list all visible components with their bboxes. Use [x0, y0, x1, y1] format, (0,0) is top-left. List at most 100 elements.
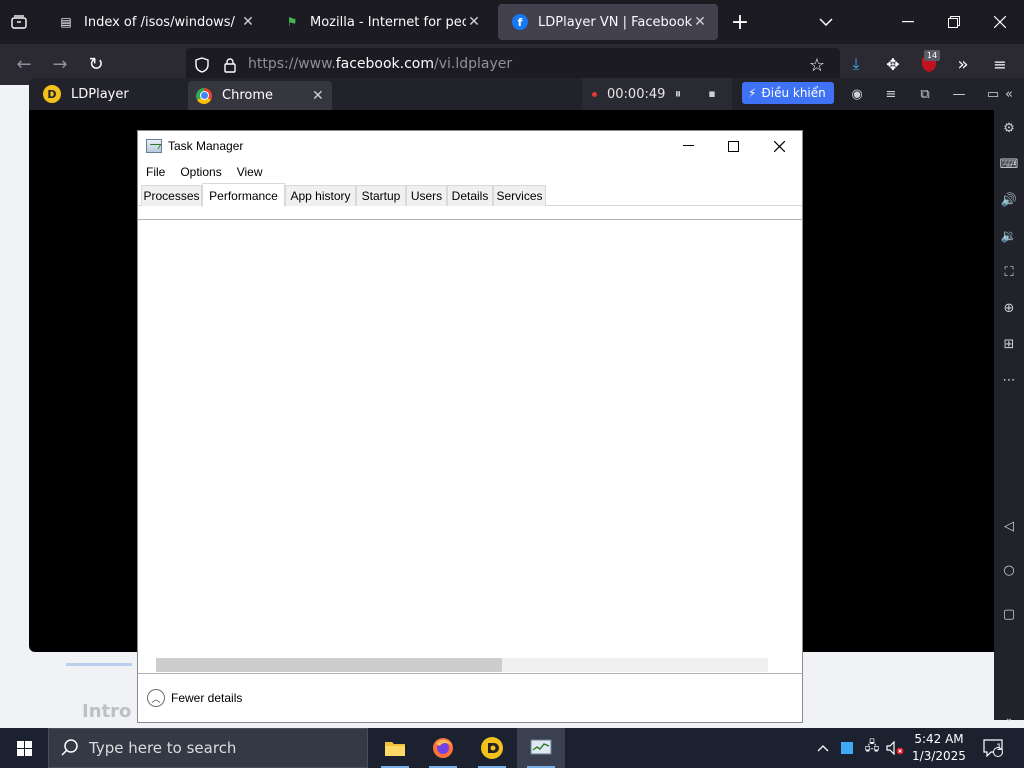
tab-underline — [66, 663, 132, 666]
android-recents-icon[interactable]: ▢ — [999, 604, 1019, 624]
ldplayer-taskbar-button[interactable] — [468, 728, 516, 768]
url-bar[interactable]: https://www.facebook.com/vi.ldplayer ☆ — [186, 48, 840, 81]
ldplayer-tab-label: Chrome — [222, 88, 273, 103]
ldplayer-sidebar: ⚙ ⌨ 🔊 🔉 ⛶ ⊕ ⊞ ⋯ ◁ ○ ▢ « ⌄ — [994, 87, 1024, 724]
ldplayer-tab-chrome[interactable]: Chrome ✕ — [188, 81, 332, 110]
android-back-icon[interactable]: ◁ — [999, 516, 1019, 536]
url-path: /vi.ldplayer — [434, 56, 513, 72]
intro-heading: Intro — [82, 701, 132, 722]
bookmark-star-icon[interactable]: ☆ — [806, 54, 828, 76]
minimize-icon[interactable]: — — [949, 84, 969, 104]
ldplayer-titlebar: D LDPlayer Chrome ✕ 00:00:49 ⏸ ⏹ ⚡ Điều … — [29, 78, 1024, 110]
close-tab-icon[interactable]: ✕ — [692, 14, 708, 30]
browser-tab-isos[interactable]: ▤ Index of /isos/windows/ ✕ — [44, 0, 266, 44]
menu-options[interactable]: Options — [172, 162, 228, 182]
volume-down-icon[interactable]: 🔉 — [999, 226, 1019, 246]
network-icon[interactable]: 🖧 — [862, 738, 882, 758]
reload-icon[interactable]: ↻ — [84, 52, 108, 76]
extensions-puzzle-icon[interactable]: ✥ — [882, 52, 904, 76]
browser-tab-mozilla[interactable]: ⚑ Mozilla - Internet for people, no ✕ — [270, 0, 492, 44]
popout-icon[interactable]: ⧉ — [915, 84, 935, 104]
menu-view[interactable]: View — [229, 162, 270, 182]
maximize-icon[interactable] — [710, 131, 756, 161]
fewer-details-link[interactable]: Fewer details — [171, 691, 242, 705]
new-tab-icon[interactable]: + — [728, 10, 752, 35]
tab-details[interactable]: Details — [447, 185, 493, 206]
account-icon[interactable]: ◉ — [847, 84, 867, 104]
document-icon: ▤ — [60, 15, 72, 29]
collapse-sidebar-icon[interactable]: « — [999, 84, 1019, 104]
close-tab-icon[interactable]: ✕ — [466, 14, 482, 30]
firefox-icon — [433, 738, 453, 758]
apk-install-icon[interactable]: ⊕ — [999, 298, 1019, 318]
screenshot-icon[interactable]: ⛶ — [999, 262, 1019, 282]
downloads-icon[interactable]: ⤓ — [845, 52, 867, 76]
pause-icon[interactable]: ⏸ — [668, 84, 688, 104]
menu-file[interactable]: File — [138, 162, 172, 182]
task-manager-taskbar-button[interactable] — [517, 728, 565, 768]
close-icon[interactable] — [756, 131, 802, 161]
hamburger-menu-icon[interactable]: ≡ — [988, 52, 1012, 76]
more-icon[interactable]: ⋯ — [999, 370, 1019, 390]
browser-tab-facebook[interactable]: f LDPlayer VN | Facebook ✕ — [498, 4, 718, 40]
forward-arrow-icon[interactable]: → — [48, 52, 72, 76]
task-manager-title: Task Manager — [168, 139, 244, 153]
windows-taskbar: Type here to search 🖧 5:42 AM 1/3/2025 1 — [0, 728, 1024, 768]
stop-icon[interactable]: ⏹ — [702, 84, 722, 104]
more-tools-chevron-icon[interactable]: » — [952, 52, 974, 76]
clock[interactable]: 5:42 AM 1/3/2025 — [906, 731, 972, 765]
task-manager-window: Task Manager File Options View Processes… — [137, 130, 803, 723]
lock-icon[interactable] — [220, 55, 240, 75]
tray-app-icon[interactable] — [838, 739, 856, 757]
close-tab-icon[interactable]: ✕ — [312, 88, 332, 104]
windows-logo-icon — [16, 740, 32, 756]
horizontal-scrollbar[interactable] — [156, 658, 768, 672]
minimize-icon[interactable] — [665, 131, 711, 161]
tab-title: LDPlayer VN | Facebook — [538, 14, 692, 30]
tab-overview-icon[interactable] — [8, 12, 30, 32]
recording-indicator: 00:00:49 ⏸ ⏹ — [582, 78, 732, 110]
ldplayer-icon — [481, 737, 503, 759]
url-text[interactable]: https://www.facebook.com/vi.ldplayer — [248, 56, 512, 72]
firefox-taskbar-button[interactable] — [419, 728, 467, 768]
ldplayer-brand: D LDPlayer — [43, 85, 129, 103]
volume-up-icon[interactable]: 🔊 — [999, 190, 1019, 210]
clock-time: 5:42 AM — [914, 732, 964, 746]
chevron-up-icon[interactable]: ︿ — [147, 689, 165, 707]
menu-icon[interactable]: ≡ — [881, 84, 901, 104]
search-placeholder: Type here to search — [89, 739, 237, 757]
scrollbar-thumb[interactable] — [156, 658, 502, 672]
minimize-icon[interactable] — [896, 10, 920, 34]
add-instance-icon[interactable]: ⊞ — [999, 334, 1019, 354]
tab-performance[interactable]: Performance — [202, 183, 285, 207]
chrome-icon — [196, 87, 212, 104]
list-tabs-chevron-icon[interactable] — [814, 10, 838, 34]
start-button[interactable] — [0, 728, 48, 768]
tab-services[interactable]: Services — [493, 185, 546, 206]
tab-users[interactable]: Users — [406, 185, 447, 206]
remote-control-button[interactable]: ⚡ Điều khiển — [742, 82, 834, 104]
url-host: facebook.com — [335, 56, 434, 72]
tab-processes[interactable]: Processes — [141, 185, 202, 206]
tab-title: Index of /isos/windows/ — [84, 14, 235, 30]
back-arrow-icon[interactable]: ← — [12, 52, 36, 76]
close-window-icon[interactable] — [988, 10, 1012, 34]
tab-startup[interactable]: Startup — [356, 185, 406, 206]
volume-muted-icon[interactable] — [884, 738, 906, 758]
scroll-down-chevron-icon[interactable]: ⌄ — [999, 708, 1019, 728]
clock-date: 1/3/2025 — [912, 749, 966, 763]
content-divider — [138, 219, 802, 220]
close-tab-icon[interactable]: ✕ — [240, 14, 256, 30]
shield-icon[interactable] — [192, 55, 212, 75]
keyboard-icon[interactable]: ⌨ — [999, 154, 1019, 174]
android-home-icon[interactable]: ○ — [999, 560, 1019, 580]
tab-app-history[interactable]: App history — [285, 185, 356, 206]
task-manager-titlebar: Task Manager — [138, 131, 802, 161]
restore-icon[interactable] — [942, 10, 966, 34]
mozilla-icon: ⚑ — [286, 15, 298, 29]
taskbar-search-box[interactable]: Type here to search — [48, 728, 368, 768]
settings-icon[interactable]: ⚙ — [999, 118, 1019, 138]
file-explorer-taskbar-button[interactable] — [371, 728, 419, 768]
url-prefix: https://www. — [248, 56, 336, 72]
show-hidden-icons-chevron-icon[interactable] — [814, 738, 832, 758]
